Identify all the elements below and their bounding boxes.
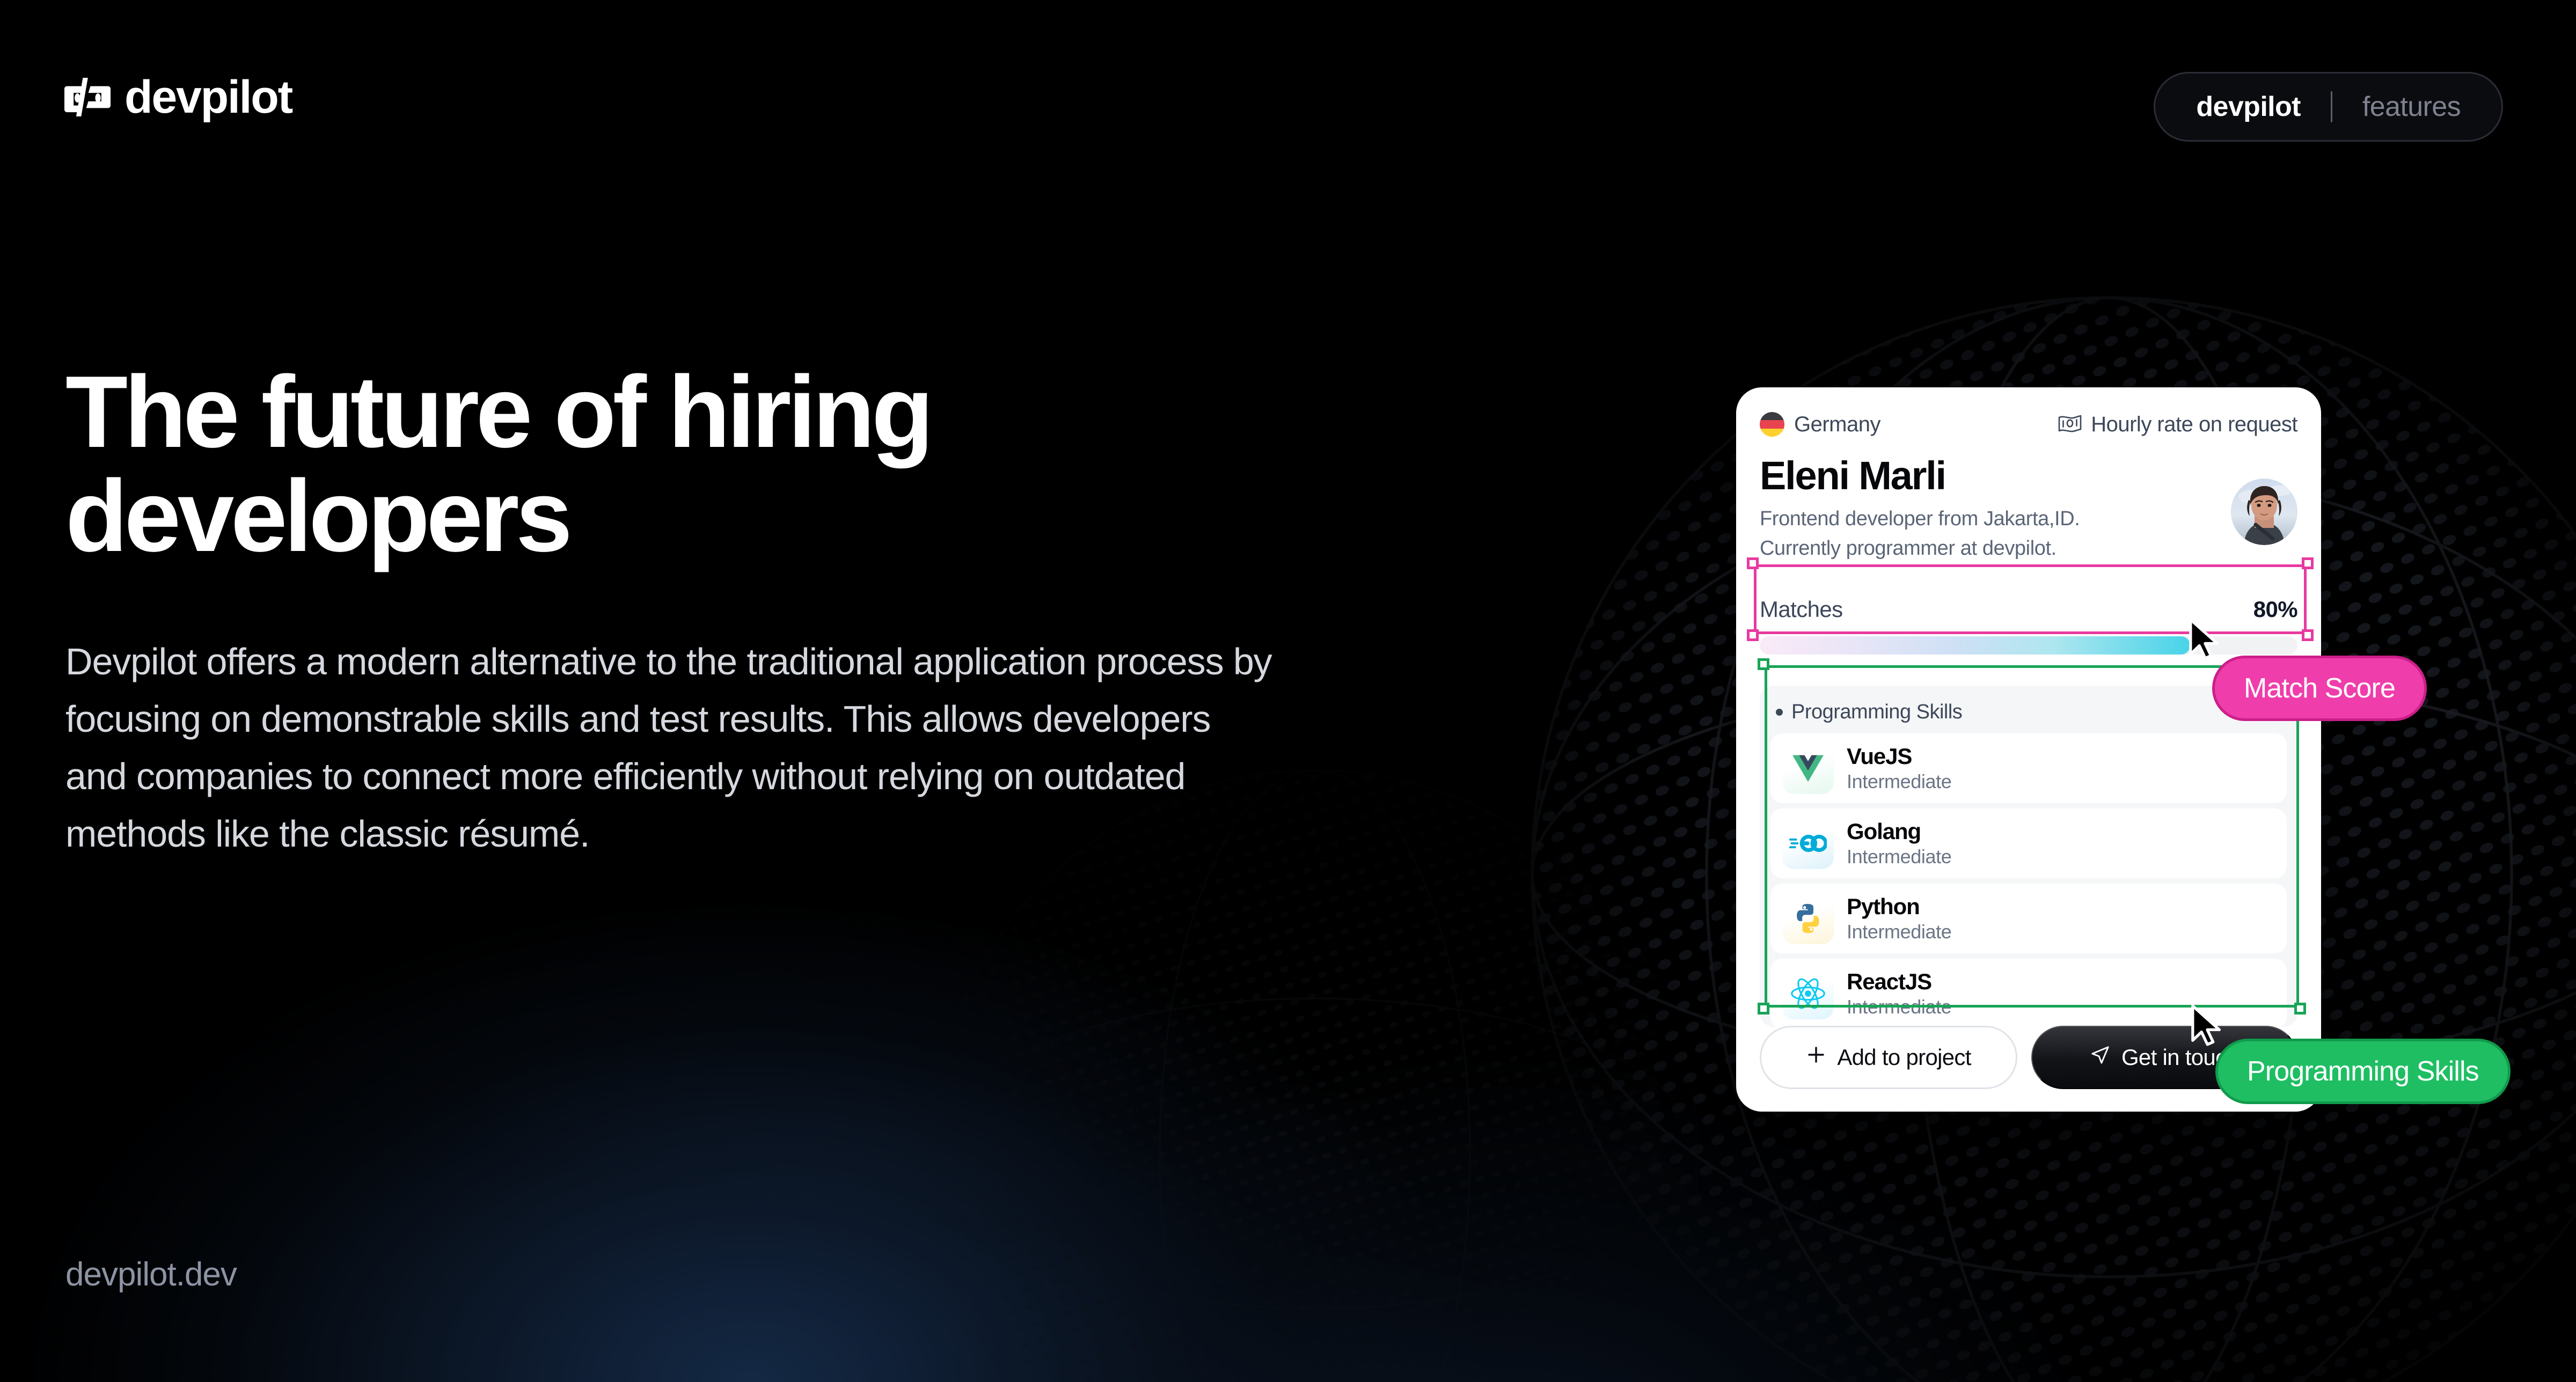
brand-logo[interactable]: devpilot (64, 71, 293, 123)
send-icon (2090, 1045, 2111, 1070)
hero-heading-line1: The future of hiring (65, 355, 934, 469)
developer-name: Eleni Marli (1760, 453, 1946, 498)
matches-percent-value: 80% (2253, 597, 2298, 622)
germany-flag-icon (1760, 412, 1784, 437)
skill-name: Python (1847, 893, 1920, 919)
programming-skills-badge-label: Programming Skills (2247, 1056, 2479, 1087)
list-item[interactable]: ReactJS Intermediate (1770, 959, 2287, 1028)
matches-label: Matches (1760, 597, 1843, 622)
brand-logo-text: devpilot (125, 71, 293, 123)
country-label: Germany (1794, 412, 1881, 436)
reactjs-logo-icon (1782, 968, 1834, 1019)
list-item[interactable]: VueJS Intermediate (1770, 733, 2287, 803)
match-score-badge-label: Match Score (2244, 673, 2396, 704)
skill-level: Intermediate (1847, 770, 1952, 792)
status-badge-programming-skills: Programming Skills (2215, 1039, 2511, 1104)
card-header: Germany Hourly rate on request (1760, 412, 2297, 437)
python-logo-icon (1782, 893, 1834, 944)
nav-item-features[interactable]: features (2362, 93, 2461, 121)
skill-level: Intermediate (1847, 920, 1952, 943)
matches-progress-fill (1760, 636, 2190, 655)
page-root: devpilot devpilot features The future of… (0, 0, 2576, 1382)
vuejs-logo-icon (1782, 743, 1834, 794)
hero-heading-line2: developers (65, 459, 573, 573)
developer-bio: Frontend developer from Jakarta,ID. Curr… (1760, 504, 2297, 563)
bio-line-2: Currently programmer at devpilot. (1760, 536, 2057, 560)
page-title: The future of hiring developers (65, 360, 1273, 569)
hero-section: The future of hiring developers Devpilot… (65, 360, 1273, 863)
plus-icon (1806, 1045, 1826, 1070)
nav-separator (2330, 91, 2332, 122)
bullet-dot-icon (1776, 709, 1783, 716)
skill-name: ReactJS (1847, 968, 1932, 994)
skills-title-label: Programming Skills (1791, 701, 1963, 723)
developer-profile-card: Germany Hourly rate on request Eleni Mar… (1736, 387, 2321, 1112)
avatar (2231, 479, 2297, 545)
matches-section: Matches 80% (1760, 597, 2298, 655)
skill-level: Intermediate (1847, 845, 1952, 868)
footer-url[interactable]: devpilot.dev (65, 1255, 237, 1293)
devpilot-dp-mark-icon (64, 78, 111, 116)
add-to-project-label: Add to project (1837, 1045, 1971, 1070)
rate-label: Hourly rate on request (2091, 412, 2297, 436)
location-group: Germany (1760, 412, 1881, 437)
skill-name: VueJS (1847, 743, 1912, 769)
hero-paragraph: Devpilot offers a modern alternative to … (65, 640, 1272, 855)
matches-progress-track (1760, 636, 2297, 655)
add-to-project-button[interactable]: Add to project (1760, 1026, 2017, 1089)
skill-level: Intermediate (1847, 995, 1952, 1018)
banknote-icon (2058, 414, 2082, 435)
rate-group: Hourly rate on request (2058, 413, 2297, 437)
list-item[interactable]: Python Intermediate (1770, 884, 2287, 953)
nav-item-devpilot[interactable]: devpilot (2196, 93, 2301, 121)
skill-name: Golang (1847, 818, 1921, 844)
list-item[interactable]: Golang Intermediate (1770, 808, 2287, 878)
main-nav[interactable]: devpilot features (2154, 72, 2503, 142)
skills-section-title: Programming Skills (1776, 701, 2287, 724)
programming-skills-panel: Programming Skills VueJS Intermediate Go… (1760, 686, 2297, 1028)
status-badge-match-score: Match Score (2212, 656, 2427, 721)
golang-logo-icon (1782, 818, 1834, 869)
bio-line-1: Frontend developer from Jakarta,ID. (1760, 507, 2080, 530)
